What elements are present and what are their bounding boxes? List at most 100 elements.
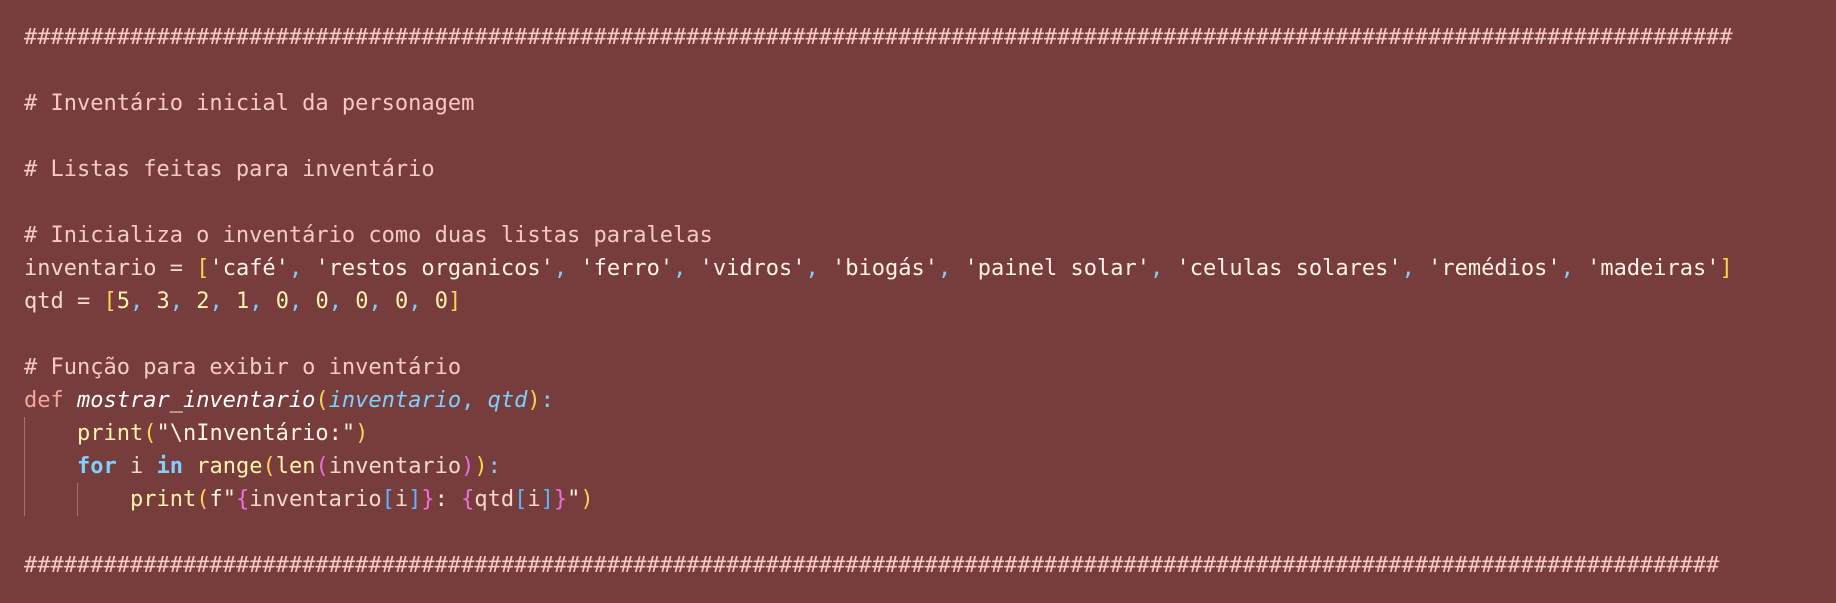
code-token-plain: qtd: [474, 487, 515, 512]
code-token-string: 'remédios': [1428, 256, 1561, 281]
code-token-punct: ,: [1149, 256, 1177, 281]
code-token-number: 0: [355, 289, 369, 314]
code-line[interactable]: # Listas feitas para inventário: [24, 153, 1836, 186]
code-token-string: ": [567, 487, 581, 512]
code-token-punct: ,: [673, 256, 700, 281]
indent-guide: [24, 417, 25, 450]
code-token-builtin: len: [275, 454, 316, 479]
code-token-punct: ,: [289, 289, 316, 314]
code-token-bracket1: (: [196, 487, 210, 512]
code-token-comment: # Função para exibir o inventário: [24, 355, 462, 380]
code-token-bracket1: ): [355, 421, 369, 446]
code-token-bracket2: }: [553, 487, 568, 512]
code-token-punct: ,: [408, 289, 435, 314]
code-token-bracket1: [: [103, 289, 117, 314]
code-token-bracket2: ): [461, 454, 475, 479]
code-line[interactable]: for i in range(len(inventario)):: [24, 450, 1836, 483]
code-token-string: 'painel solar': [964, 256, 1150, 281]
code-token-punct: :: [540, 388, 554, 413]
code-token-bracket1: (: [315, 388, 329, 413]
code-line[interactable]: # Inicializa o inventário como duas list…: [24, 219, 1836, 252]
code-token-comment: ########################################…: [24, 553, 1720, 578]
code-line[interactable]: print("\nInventário:"): [24, 417, 1836, 450]
code-token-bracket3: ]: [540, 487, 554, 512]
code-token-string: 'biogás': [832, 256, 939, 281]
code-token-bracket1: (: [262, 454, 276, 479]
code-token-number: 3: [156, 289, 170, 314]
code-token-comment: # Inventário inicial da personagem: [24, 91, 475, 116]
code-token-bracket1: ): [527, 388, 541, 413]
indent-guide: [24, 483, 25, 516]
code-token-bracket1: ): [580, 487, 594, 512]
code-token-plain: =: [156, 256, 197, 281]
code-token-comment: ########################################…: [24, 25, 1733, 50]
code-line[interactable]: def mostrar_inventario(inventario, qtd):: [24, 384, 1836, 417]
code-token-string: 'madeiras': [1587, 256, 1720, 281]
code-line[interactable]: [24, 54, 1836, 87]
code-token-punct: ,: [553, 256, 581, 281]
indent-guide: [77, 483, 78, 516]
code-token-param: inventario: [328, 388, 462, 413]
code-token-builtin: print: [76, 421, 144, 446]
code-token-punct: ,: [1560, 256, 1588, 281]
code-token-string: 'ferro': [580, 256, 674, 281]
code-token-string: 'vidros': [699, 256, 806, 281]
code-token-control: for: [76, 454, 117, 479]
code-token-plain: =: [63, 289, 104, 314]
code-token-bracket1: (: [143, 421, 157, 446]
code-token-punct: :: [487, 454, 501, 479]
code-line[interactable]: ########################################…: [24, 549, 1836, 582]
indent-guide: [24, 450, 25, 483]
code-token-bracket2: }: [421, 487, 435, 512]
code-token-bracket1: ]: [1719, 256, 1733, 281]
code-token-bracket3: ]: [408, 487, 422, 512]
code-line[interactable]: ########################################…: [24, 21, 1836, 54]
code-token-plain: qtd: [24, 289, 64, 314]
code-token-punct: ,: [249, 289, 276, 314]
code-token-number: 5: [116, 289, 130, 314]
code-line[interactable]: print(f"{inventario[i]}: {qtd[i]}"): [24, 483, 1836, 516]
code-token-punct: ,: [328, 289, 356, 314]
code-token-number: 0: [434, 289, 448, 314]
code-token-string: 'café': [209, 256, 289, 281]
code-token-bracket2: {: [461, 487, 475, 512]
code-token-bracket3: [: [514, 487, 528, 512]
code-token-param: qtd: [487, 388, 528, 413]
code-token-number: 0: [275, 289, 289, 314]
code-token-bracket3: [: [381, 487, 395, 512]
code-token-bracket2: {: [235, 487, 250, 512]
code-line[interactable]: # Função para exibir o inventário: [24, 351, 1836, 384]
code-line[interactable]: [24, 120, 1836, 153]
code-line[interactable]: [24, 318, 1836, 351]
code-token-plain: inventario: [249, 487, 382, 512]
code-token-plain: i: [116, 454, 157, 479]
code-token-string: f": [209, 487, 236, 512]
code-token-plain: i: [394, 487, 409, 512]
code-token-plain: inventario: [328, 454, 462, 479]
code-token-number: 1: [236, 289, 250, 314]
code-token-fn-def: mostrar_inventario: [76, 388, 316, 413]
code-token-punct: ,: [130, 289, 157, 314]
code-token-keyword: def: [24, 388, 77, 413]
code-token-plain: i: [527, 487, 541, 512]
code-token-bracket1: [: [196, 256, 210, 281]
code-line[interactable]: # Inventário inicial da personagem: [24, 87, 1836, 120]
code-line[interactable]: [24, 516, 1836, 549]
code-token-bracket2: (: [315, 454, 329, 479]
code-token-number: 0: [315, 289, 329, 314]
code-line[interactable]: qtd = [5, 3, 2, 1, 0, 0, 0, 0, 0]: [24, 285, 1836, 318]
code-token-comment: # Listas feitas para inventário: [24, 157, 435, 182]
code-token-string: :: [434, 487, 462, 512]
code-token-punct: ,: [368, 289, 395, 314]
code-token-punct: ,: [461, 388, 488, 413]
code-token-string: "\nInventário:": [156, 421, 356, 446]
code-token-number: 0: [395, 289, 409, 314]
code-line[interactable]: [24, 186, 1836, 219]
code-editor[interactable]: ########################################…: [0, 0, 1836, 603]
code-token-punct: ,: [209, 289, 236, 314]
code-line[interactable]: inventario = ['café', 'restos organicos'…: [24, 252, 1836, 285]
code-token-string: 'celulas solares': [1176, 256, 1402, 281]
